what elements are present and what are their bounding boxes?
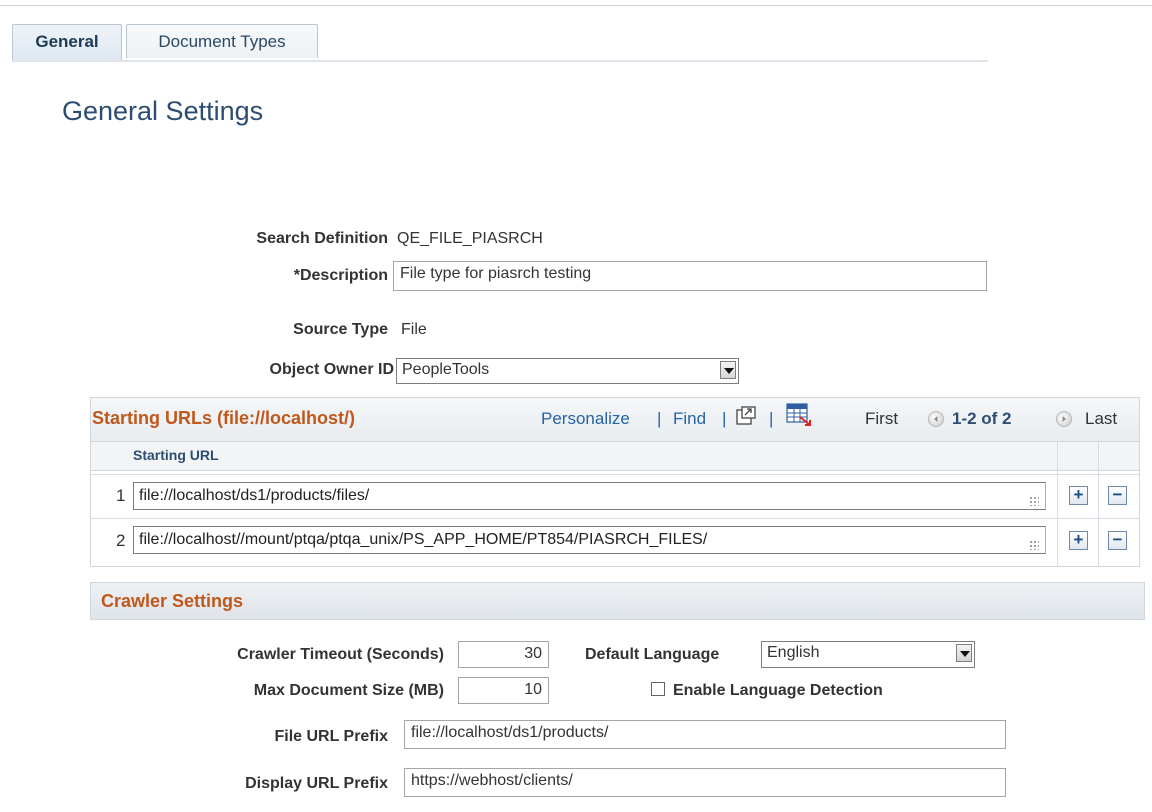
file-url-prefix-input[interactable]: file://localhost/ds1/products/: [404, 720, 1006, 749]
crawler-timeout-label: Crawler Timeout (Seconds): [237, 646, 444, 663]
object-owner-label: Object Owner ID: [269, 361, 394, 378]
crawler-settings-header: [90, 582, 1145, 620]
previous-icon[interactable]: [928, 411, 944, 427]
file-url-prefix-label: File URL Prefix: [274, 728, 388, 745]
crawler-settings-title: Crawler Settings: [101, 591, 244, 611]
resize-handle-icon[interactable]: [1029, 540, 1039, 550]
find-link[interactable]: Find: [673, 409, 706, 429]
first-label[interactable]: First: [865, 409, 898, 429]
separator: |: [657, 409, 662, 428]
delete-row-icon[interactable]: −: [1108, 531, 1127, 550]
row-number: 2: [116, 531, 126, 550]
grid-export-icon[interactable]: [786, 403, 812, 427]
dropdown-arrow-icon[interactable]: [956, 644, 972, 662]
column-divider: [1057, 442, 1058, 566]
add-row-icon[interactable]: +: [1069, 486, 1088, 505]
row-number: 1: [116, 486, 126, 505]
default-language-label: Default Language: [585, 646, 720, 663]
column-header-row: [91, 442, 1139, 471]
last-label[interactable]: Last: [1085, 409, 1117, 429]
personalize-link[interactable]: Personalize: [541, 409, 630, 429]
search-definition-label: Search Definition: [256, 230, 388, 247]
resize-handle-icon[interactable]: [1029, 496, 1039, 506]
language-detection-checkbox[interactable]: [651, 682, 665, 696]
separator: |: [722, 409, 727, 428]
tab-general[interactable]: General: [12, 24, 122, 61]
row-divider: [91, 518, 1139, 519]
search-definition-value: QE_FILE_PIASRCH: [397, 230, 543, 247]
tab-underline: [12, 60, 988, 62]
description-label: *Description: [293, 267, 388, 284]
starting-url-value: file://localhost//mount/ptqa/ptqa_unix/P…: [139, 531, 708, 548]
download-icon[interactable]: [735, 405, 757, 427]
row-divider: [91, 474, 1139, 475]
separator: |: [769, 409, 774, 428]
column-header-starting-url[interactable]: Starting URL: [133, 447, 219, 463]
row-range: 1-2 of 2: [952, 409, 1012, 428]
description-input[interactable]: File type for piasrch testing: [393, 261, 987, 291]
add-row-icon[interactable]: +: [1069, 531, 1088, 550]
default-language-select[interactable]: English: [761, 641, 975, 668]
starting-url-input[interactable]: file://localhost/ds1/products/files/: [133, 482, 1046, 510]
starting-url-input[interactable]: file://localhost//mount/ptqa/ptqa_unix/P…: [133, 526, 1046, 554]
page-title: General Settings: [62, 96, 264, 126]
grid-title: Starting URLs (file://localhost/): [92, 408, 356, 428]
delete-row-icon[interactable]: −: [1108, 486, 1127, 505]
display-url-prefix-label: Display URL Prefix: [245, 775, 388, 792]
source-type-value: File: [401, 321, 427, 338]
crawler-timeout-input[interactable]: 30: [458, 641, 549, 668]
source-type-label: Source Type: [293, 321, 388, 338]
language-detection-label: Enable Language Detection: [673, 682, 883, 699]
top-border: [0, 5, 1152, 6]
max-document-size-label: Max Document Size (MB): [253, 682, 444, 699]
object-owner-select[interactable]: PeopleTools: [396, 358, 739, 384]
next-icon[interactable]: [1056, 411, 1072, 427]
tab-document-types[interactable]: Document Types: [126, 24, 318, 58]
default-language-value: English: [767, 644, 820, 661]
starting-url-value: file://localhost/ds1/products/files/: [139, 487, 370, 504]
dropdown-arrow-icon[interactable]: [720, 361, 736, 379]
max-document-size-input[interactable]: 10: [458, 677, 549, 704]
display-url-prefix-input[interactable]: https://webhost/clients/: [404, 768, 1006, 797]
object-owner-value: PeopleTools: [402, 361, 490, 378]
column-divider: [1098, 442, 1099, 566]
